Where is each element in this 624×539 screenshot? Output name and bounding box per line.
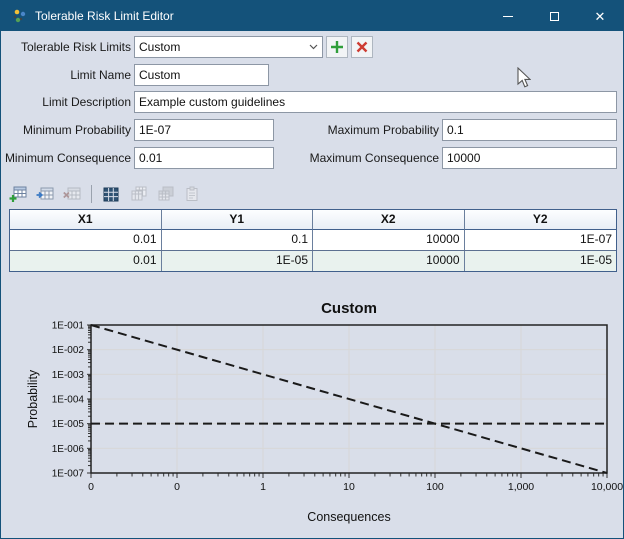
svg-text:1,000: 1,000 bbox=[508, 481, 534, 493]
svg-text:1E-007: 1E-007 bbox=[52, 469, 85, 480]
svg-text:0: 0 bbox=[88, 481, 94, 493]
add-table-row-icon bbox=[9, 186, 27, 202]
minimize-button[interactable] bbox=[485, 1, 531, 31]
select-all-cells-icon bbox=[103, 187, 119, 201]
svg-text:1E-005: 1E-005 bbox=[52, 419, 85, 430]
svg-text:1E-004: 1E-004 bbox=[52, 395, 85, 406]
limit-name-label: Limit Name bbox=[70, 68, 131, 82]
add-limit-button[interactable] bbox=[326, 36, 348, 58]
svg-text:1E-002: 1E-002 bbox=[52, 345, 85, 356]
svg-text:1E-003: 1E-003 bbox=[52, 370, 85, 381]
cell-y1[interactable]: 1E-05 bbox=[162, 251, 313, 271]
limit-description-input[interactable] bbox=[134, 91, 617, 113]
column-header-x1: X1 bbox=[10, 210, 162, 230]
paste-cells-icon bbox=[186, 186, 198, 201]
titlebar: Tolerable Risk Limit Editor ✕ bbox=[1, 1, 623, 31]
cell-x2[interactable]: 10000 bbox=[313, 230, 465, 250]
column-header-y2: Y2 bbox=[464, 210, 616, 230]
delete-table-row-button[interactable] bbox=[61, 183, 83, 205]
delete-limit-button[interactable] bbox=[351, 36, 373, 58]
app-icon bbox=[13, 9, 26, 23]
max-probability-label: Maximum Probability bbox=[327, 123, 439, 137]
maximize-icon bbox=[549, 11, 559, 21]
cell-y1[interactable]: 0.1 bbox=[162, 230, 313, 250]
table-toolbar bbox=[7, 182, 203, 206]
max-consequence-label: Maximum Consequence bbox=[309, 151, 439, 165]
insert-table-row-icon bbox=[36, 187, 54, 199]
chevron-down-icon bbox=[309, 44, 318, 50]
limit-points-table: X1 Y1 X2 Y2 0.01 0.1 10000 1E-07 0.01 1E… bbox=[9, 209, 617, 272]
add-table-row-button[interactable] bbox=[7, 183, 29, 205]
svg-text:1: 1 bbox=[260, 481, 266, 493]
insert-table-row-button[interactable] bbox=[34, 183, 56, 205]
svg-text:100: 100 bbox=[426, 481, 444, 493]
close-button[interactable]: ✕ bbox=[577, 1, 623, 31]
risk-limits-label: Tolerable Risk Limits bbox=[20, 40, 131, 54]
svg-text:10: 10 bbox=[343, 481, 355, 493]
copy-cells-with-headers-icon bbox=[158, 186, 173, 201]
max-probability-input[interactable] bbox=[442, 119, 617, 141]
risk-limits-combobox[interactable]: Custom bbox=[134, 36, 323, 58]
svg-text:10,000: 10,000 bbox=[591, 481, 623, 493]
tolerable-risk-limit-editor-window: Tolerable Risk Limit Editor ✕ Tolerable … bbox=[0, 0, 624, 539]
svg-text:Probability: Probability bbox=[26, 369, 40, 428]
svg-text:0: 0 bbox=[174, 481, 180, 493]
maximize-button[interactable] bbox=[531, 1, 577, 31]
svg-text:1E-001: 1E-001 bbox=[52, 321, 85, 332]
cell-x1[interactable]: 0.01 bbox=[10, 230, 162, 250]
column-header-y1: Y1 bbox=[161, 210, 313, 230]
cell-y2[interactable]: 1E-05 bbox=[465, 251, 617, 271]
x-icon bbox=[356, 41, 368, 53]
close-icon: ✕ bbox=[594, 8, 606, 24]
editor-content: Tolerable Risk Limits Custom Limit Name … bbox=[1, 31, 623, 538]
table-row: 0.01 0.1 10000 1E-07 bbox=[10, 230, 616, 250]
risk-limit-chart: 0 0 1 10 100 1,000 10,000 1E-001 1E-002 1E-003 1E-… bbox=[26, 300, 623, 524]
min-probability-label: Minimum Probability bbox=[22, 123, 131, 137]
limit-description-label: Limit Description bbox=[42, 95, 131, 109]
copy-cells-button[interactable] bbox=[127, 183, 149, 205]
svg-text:1E-006: 1E-006 bbox=[52, 444, 85, 455]
min-consequence-input[interactable] bbox=[134, 147, 274, 169]
toolbar-separator bbox=[91, 185, 92, 203]
window-title: Tolerable Risk Limit Editor bbox=[35, 9, 174, 23]
svg-text:Custom: Custom bbox=[321, 300, 377, 317]
paste-cells-button[interactable] bbox=[181, 183, 203, 205]
table-row: 0.01 1E-05 10000 1E-05 bbox=[10, 250, 616, 271]
limit-name-input[interactable] bbox=[134, 64, 269, 86]
cell-y2[interactable]: 1E-07 bbox=[465, 230, 617, 250]
cell-x2[interactable]: 10000 bbox=[313, 251, 465, 271]
max-consequence-input[interactable] bbox=[442, 147, 617, 169]
minimize-icon bbox=[503, 15, 513, 17]
copy-cells-with-headers-button[interactable] bbox=[154, 183, 176, 205]
svg-text:Consequences: Consequences bbox=[307, 510, 390, 524]
select-all-cells-button[interactable] bbox=[100, 183, 122, 205]
copy-cells-icon bbox=[131, 186, 146, 201]
plus-icon bbox=[331, 41, 343, 53]
cell-x1[interactable]: 0.01 bbox=[10, 251, 162, 271]
delete-table-row-icon bbox=[63, 187, 81, 199]
column-header-x2: X2 bbox=[313, 210, 465, 230]
risk-limits-selected-value: Custom bbox=[139, 40, 181, 54]
min-consequence-label: Minimum Consequence bbox=[4, 151, 131, 165]
min-probability-input[interactable] bbox=[134, 119, 274, 141]
table-header-row: X1 Y1 X2 Y2 bbox=[10, 210, 616, 230]
